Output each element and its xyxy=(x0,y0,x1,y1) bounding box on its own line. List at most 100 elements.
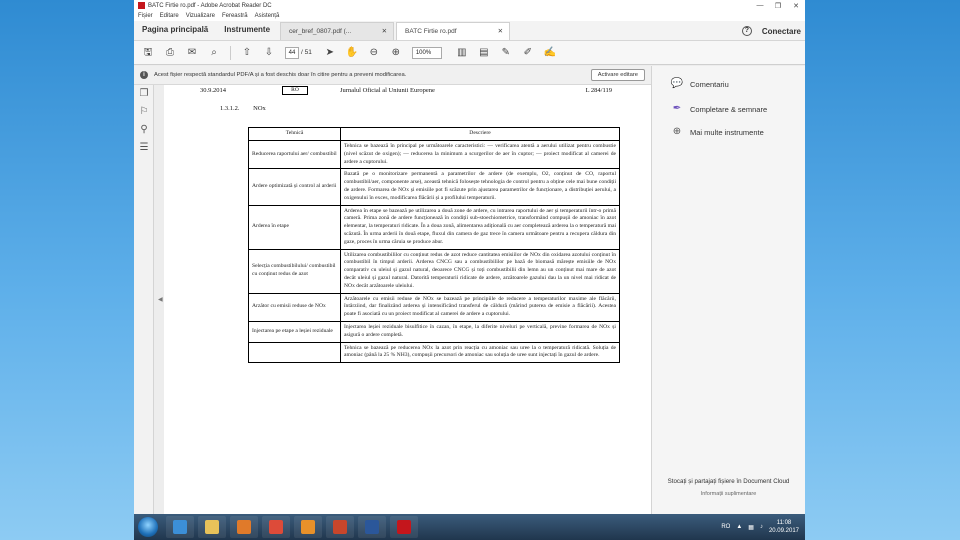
minimize-button[interactable]: — xyxy=(751,2,769,9)
hand-tool-icon[interactable]: ✋ xyxy=(346,47,358,59)
doc-tab-2[interactable]: BATC Firtie ro.pdf ✕ xyxy=(396,22,511,41)
comment-icon: 💬 xyxy=(670,78,684,89)
menu-file[interactable]: Fișier xyxy=(138,13,153,19)
table-header-row: Tehnică Descriere xyxy=(248,127,620,141)
attachments-icon[interactable]: ⚲ xyxy=(134,121,154,139)
media-icon xyxy=(237,520,251,534)
chrome-icon xyxy=(269,520,283,534)
nav-tools[interactable]: Instrumente xyxy=(216,20,278,40)
taskbar-app-chrome[interactable] xyxy=(262,516,290,538)
tool-more[interactable]: ⊕ Mai multe instrumente xyxy=(670,126,764,138)
pdfa-info-bar: i Acest fișier respectă standardul PDF/A… xyxy=(134,66,651,85)
taskbar-app-acrobat[interactable] xyxy=(390,516,418,538)
description-cell: Arzătoarele cu emisii reduse de NOx se b… xyxy=(340,292,620,322)
pdf-page: 30.9.2014 RO Jurnalul Oficial al Uniunii… xyxy=(192,85,632,514)
scroll-mode-icon[interactable]: ▤ xyxy=(478,47,490,59)
prev-page-icon[interactable]: ⇧ xyxy=(241,47,253,59)
outlook-icon xyxy=(301,520,315,534)
page-thumbnails-icon[interactable]: ❐ xyxy=(134,85,154,103)
save-icon[interactable]: 🖫 xyxy=(142,47,154,59)
menu-view[interactable]: Vizualizare xyxy=(186,13,215,19)
taskbar-app-ie[interactable] xyxy=(166,516,194,538)
column-header: Tehnică xyxy=(248,127,341,141)
close-button[interactable]: ✕ xyxy=(787,2,805,10)
acrobat-app-icon xyxy=(138,2,145,9)
technique-cell: Selecția combustibilului/ combustibil cu… xyxy=(248,248,341,294)
acrobat-window: BATC Firtie ro.pdf - Adobe Acrobat Reade… xyxy=(134,0,805,540)
technique-cell: Ardere optimizată și control al arderii xyxy=(248,168,341,206)
document-view[interactable]: 30.9.2014 RO Jurnalul Oficial al Uniunii… xyxy=(164,85,651,514)
system-tray: RO ▲ ▦ ♪ 11:08 20.09.2017 xyxy=(721,516,799,538)
connect-button[interactable]: Conectare xyxy=(762,27,801,36)
clock-date: 20.09.2017 xyxy=(768,528,799,534)
section-title: NOx xyxy=(253,105,266,112)
sign-tool-icon[interactable]: ✍ xyxy=(544,47,556,59)
fit-page-icon[interactable]: ▥ xyxy=(456,47,468,59)
taskbar-app-word[interactable] xyxy=(358,516,386,538)
network-icon[interactable]: ▦ xyxy=(748,524,754,531)
powerpoint-icon xyxy=(333,520,347,534)
technique-cell: Reducerea raportului aer/ combustibil xyxy=(248,139,341,170)
close-tab-icon[interactable]: ✕ xyxy=(498,23,503,41)
maximize-button[interactable]: ❐ xyxy=(769,2,787,10)
menu-edit[interactable]: Editare xyxy=(160,13,179,19)
print-icon[interactable]: ⎙ xyxy=(164,47,176,59)
description-cell: Tehnica se bazează în principal pe următ… xyxy=(340,139,620,170)
description-cell: Bazată pe o monitorizare permanentă a pa… xyxy=(340,168,620,206)
sign-icon: ✒ xyxy=(672,103,682,114)
header-page-ref: L 284/119 xyxy=(585,87,612,94)
next-page-icon[interactable]: ⇩ xyxy=(263,47,275,59)
techniques-table: Tehnică Descriere Reducerea raportului a… xyxy=(248,127,620,364)
tool-label: Mai multe instrumente xyxy=(690,127,764,137)
start-button[interactable] xyxy=(138,517,158,537)
search-icon[interactable]: ⌕ xyxy=(208,47,220,59)
tool-fill-sign[interactable]: ✒ Completare & semnare xyxy=(670,103,767,115)
table-row: Ardere optimizată și control al arderii B… xyxy=(248,168,620,206)
info-text: Acest fișier respectă standardul PDF/A ș… xyxy=(154,72,407,78)
taskbar-app-outlook[interactable] xyxy=(294,516,322,538)
zoom-in-icon[interactable]: ⊕ xyxy=(390,47,402,59)
learn-more-link[interactable]: Informații suplimentare xyxy=(662,490,795,498)
header-language: RO xyxy=(282,86,308,95)
email-icon[interactable]: ✉ xyxy=(186,47,198,59)
close-tab-icon[interactable]: ✕ xyxy=(382,23,387,41)
volume-icon[interactable]: ♪ xyxy=(760,524,763,530)
taskbar-app-powerpoint[interactable] xyxy=(326,516,354,538)
description-cell: Arderea în etape se bazează pe utilizare… xyxy=(340,204,620,250)
help-icon[interactable]: ? xyxy=(741,26,752,36)
tools-icon: ⊕ xyxy=(672,126,682,137)
zoom-out-icon[interactable]: ⊖ xyxy=(368,47,380,59)
nav-home[interactable]: Pagina principală xyxy=(134,20,216,40)
select-cursor-icon[interactable]: ➤ xyxy=(324,47,336,59)
divider xyxy=(230,45,231,60)
zoom-select[interactable]: 100% xyxy=(411,46,442,59)
collapse-left-pane-icon[interactable]: ◀ xyxy=(158,296,163,303)
promo-title: Stocați și partajați fișiere în Document… xyxy=(667,478,790,485)
title-bar: BATC Firtie ro.pdf - Adobe Acrobat Reade… xyxy=(134,0,805,11)
table-row: Selecția combustibilului/ combustibil cu… xyxy=(248,248,620,294)
clock[interactable]: 11:08 20.09.2017 xyxy=(769,519,799,535)
toolbar: 🖫 ⎙ ✉ ⌕ ⇧ ⇩ 44 / 51 ➤ ✋ ⊖ ⊕ 100% ▥ ▤ ✎ ✐… xyxy=(134,41,805,65)
menu-help[interactable]: Asistență xyxy=(255,13,280,19)
running-header: 30.9.2014 RO Jurnalul Oficial al Uniunii… xyxy=(200,86,612,98)
enable-editing-button[interactable]: Activare editare xyxy=(590,69,645,81)
tray-arrow-icon[interactable]: ▲ xyxy=(736,524,742,530)
tools-pane: 💬 Comentariu ✒ Completare & semnare ⊕ Ma… xyxy=(651,66,805,514)
tool-comment[interactable]: 💬 Comentariu xyxy=(670,78,729,90)
table-row: Arzător cu emisii reduse de NOx Arzătoare… xyxy=(248,292,620,322)
menu-window[interactable]: Fereastră xyxy=(222,13,248,19)
window-title: BATC Firtie ro.pdf - Adobe Acrobat Reade… xyxy=(148,2,272,9)
layers-icon[interactable]: ☰ xyxy=(134,139,154,157)
bookmarks-icon[interactable]: ⚐ xyxy=(134,103,154,121)
taskbar-app-explorer[interactable] xyxy=(198,516,226,538)
section-heading: 1.3.1.2. NOx xyxy=(220,105,266,112)
technique-cell xyxy=(248,341,341,364)
ie-icon xyxy=(173,520,187,534)
doc-tab-1[interactable]: cer_bref_0807.pdf (... ✕ xyxy=(280,22,395,41)
technique-cell: Injectarea pe etape a leșiei reziduale xyxy=(248,320,341,343)
highlight-icon[interactable]: ✐ xyxy=(522,47,534,59)
comment-tool-icon[interactable]: ✎ xyxy=(500,47,512,59)
taskbar-app-media[interactable] xyxy=(230,516,258,538)
page-number-input[interactable]: 44 xyxy=(285,46,299,59)
input-language[interactable]: RO xyxy=(721,524,730,530)
